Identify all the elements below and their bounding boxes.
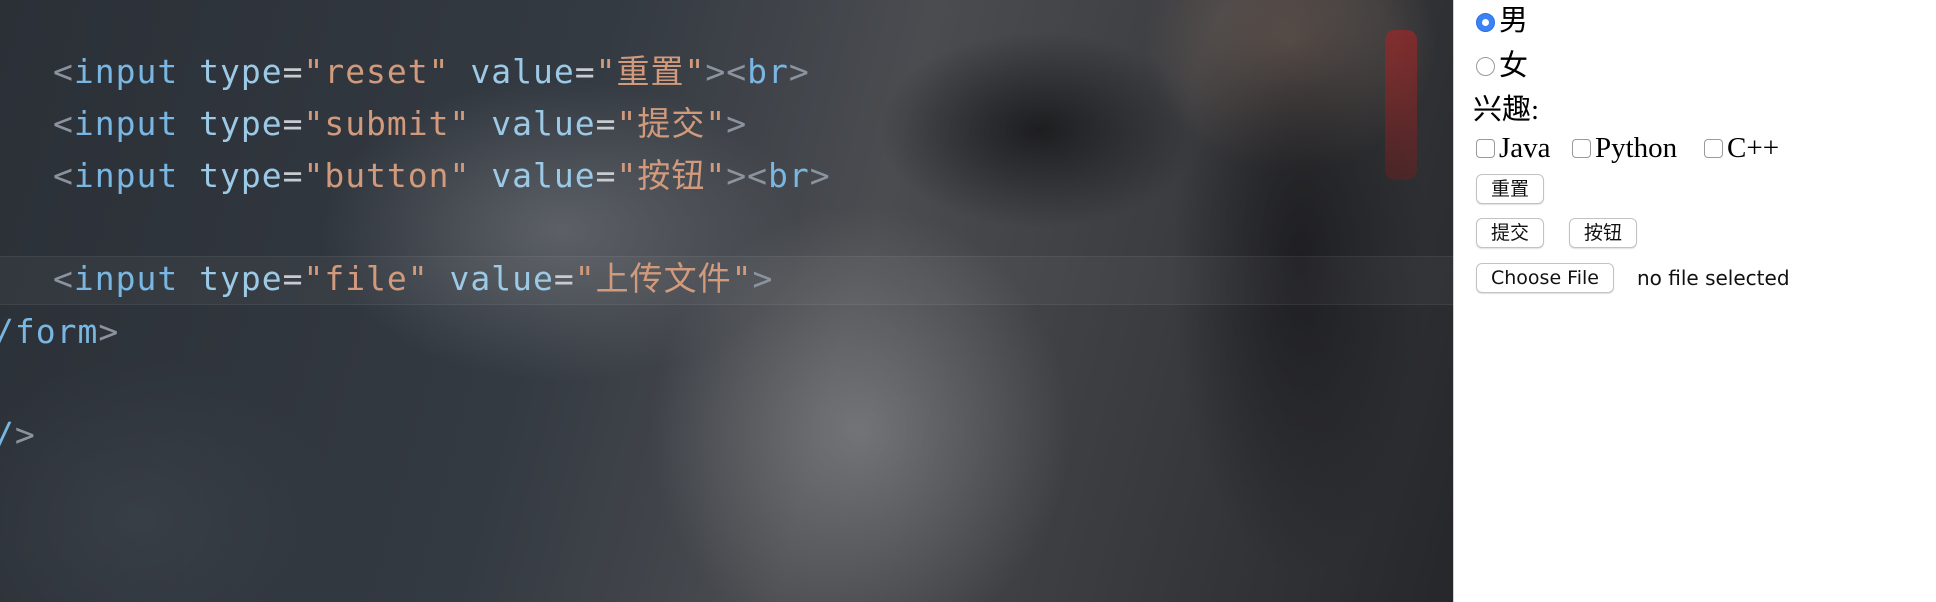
code-token: = xyxy=(595,104,617,143)
code-token: br xyxy=(747,52,789,91)
gender-radio-male[interactable] xyxy=(1476,13,1495,32)
background-wallpaper-accent xyxy=(1385,30,1417,180)
gender-radio-female-label: 女 xyxy=(1499,50,1529,82)
code-token: "button" xyxy=(303,156,471,195)
code-token: "file" xyxy=(303,259,429,298)
code-line-form-close[interactable]: /form> xyxy=(0,312,119,352)
code-token: > xyxy=(809,156,831,195)
code-token: input xyxy=(73,259,179,298)
code-token: type xyxy=(199,104,283,143)
code-token: / xyxy=(0,312,15,351)
gender-radio-female[interactable] xyxy=(1476,57,1495,76)
code-token: form xyxy=(14,312,99,351)
code-line-reset[interactable]: <input type="reset" value="重置"><br> xyxy=(53,52,810,92)
code-token: < xyxy=(53,259,74,298)
code-token: type xyxy=(199,52,283,91)
code-token: value xyxy=(491,104,596,143)
code-token: "按钮" xyxy=(616,156,727,195)
code-token: >< xyxy=(726,156,768,195)
code-token: value xyxy=(470,52,575,91)
code-token: input xyxy=(73,52,179,91)
interest-label: 兴趣: xyxy=(1473,94,1540,126)
file-status-text: no file selected xyxy=(1637,266,1790,290)
code-token: > xyxy=(98,312,120,351)
code-token: value xyxy=(449,259,554,298)
code-token: < xyxy=(53,156,74,195)
code-token: > xyxy=(726,104,748,143)
code-line-file[interactable]: <input type="file" value="上传文件"> xyxy=(53,259,773,299)
interest-checkbox-cpp[interactable] xyxy=(1704,139,1723,158)
reset-button[interactable]: 重置 xyxy=(1476,174,1545,204)
code-line-button[interactable]: <input type="button" value="按钮"><br> xyxy=(53,156,831,196)
code-token: = xyxy=(553,259,575,298)
code-editor-pane[interactable]: <input type="reset" value="重置"><br> <inp… xyxy=(0,0,1453,602)
code-token: "上传文件" xyxy=(574,259,753,298)
code-token: value xyxy=(491,156,596,195)
code-token: = xyxy=(282,259,304,298)
code-token: "submit" xyxy=(303,104,471,143)
interest-checkbox-java[interactable] xyxy=(1476,139,1495,158)
gender-radio-male-label: 男 xyxy=(1499,5,1529,37)
code-line-tag-close[interactable]: /> xyxy=(0,415,36,455)
code-token: input xyxy=(73,104,179,143)
interest-checkbox-python[interactable] xyxy=(1572,139,1591,158)
code-token: = xyxy=(595,156,617,195)
code-token: >< xyxy=(705,52,748,91)
interest-checkbox-cpp-label: C++ xyxy=(1727,132,1780,164)
code-token: "重置" xyxy=(595,52,706,91)
interest-checkbox-java-label: Java xyxy=(1499,132,1551,164)
code-token: < xyxy=(53,104,74,143)
code-token: > xyxy=(14,415,36,454)
submit-button[interactable]: 提交 xyxy=(1476,218,1545,248)
code-token: = xyxy=(282,104,304,143)
code-token: br xyxy=(768,156,810,195)
code-token: "reset" xyxy=(303,52,450,91)
code-token: = xyxy=(282,52,304,91)
plain-button[interactable]: 按钮 xyxy=(1569,218,1638,248)
code-token: = xyxy=(574,52,596,91)
code-token: type xyxy=(199,259,283,298)
interest-checkbox-python-label: Python xyxy=(1595,132,1678,164)
code-token: = xyxy=(282,156,304,195)
choose-file-button[interactable]: Choose File xyxy=(1476,263,1614,293)
code-token: "提交" xyxy=(616,104,727,143)
code-token: > xyxy=(752,259,774,298)
code-token: / xyxy=(0,415,15,454)
code-token: input xyxy=(73,156,179,195)
code-line-submit[interactable]: <input type="submit" value="提交"> xyxy=(53,104,747,144)
code-token: type xyxy=(199,156,283,195)
code-token: > xyxy=(788,52,810,91)
code-token: < xyxy=(53,52,74,91)
browser-preview-pane: 男 女 兴趣: Java Python C++ 重置 提交 按钮 Choose … xyxy=(1453,0,1936,602)
